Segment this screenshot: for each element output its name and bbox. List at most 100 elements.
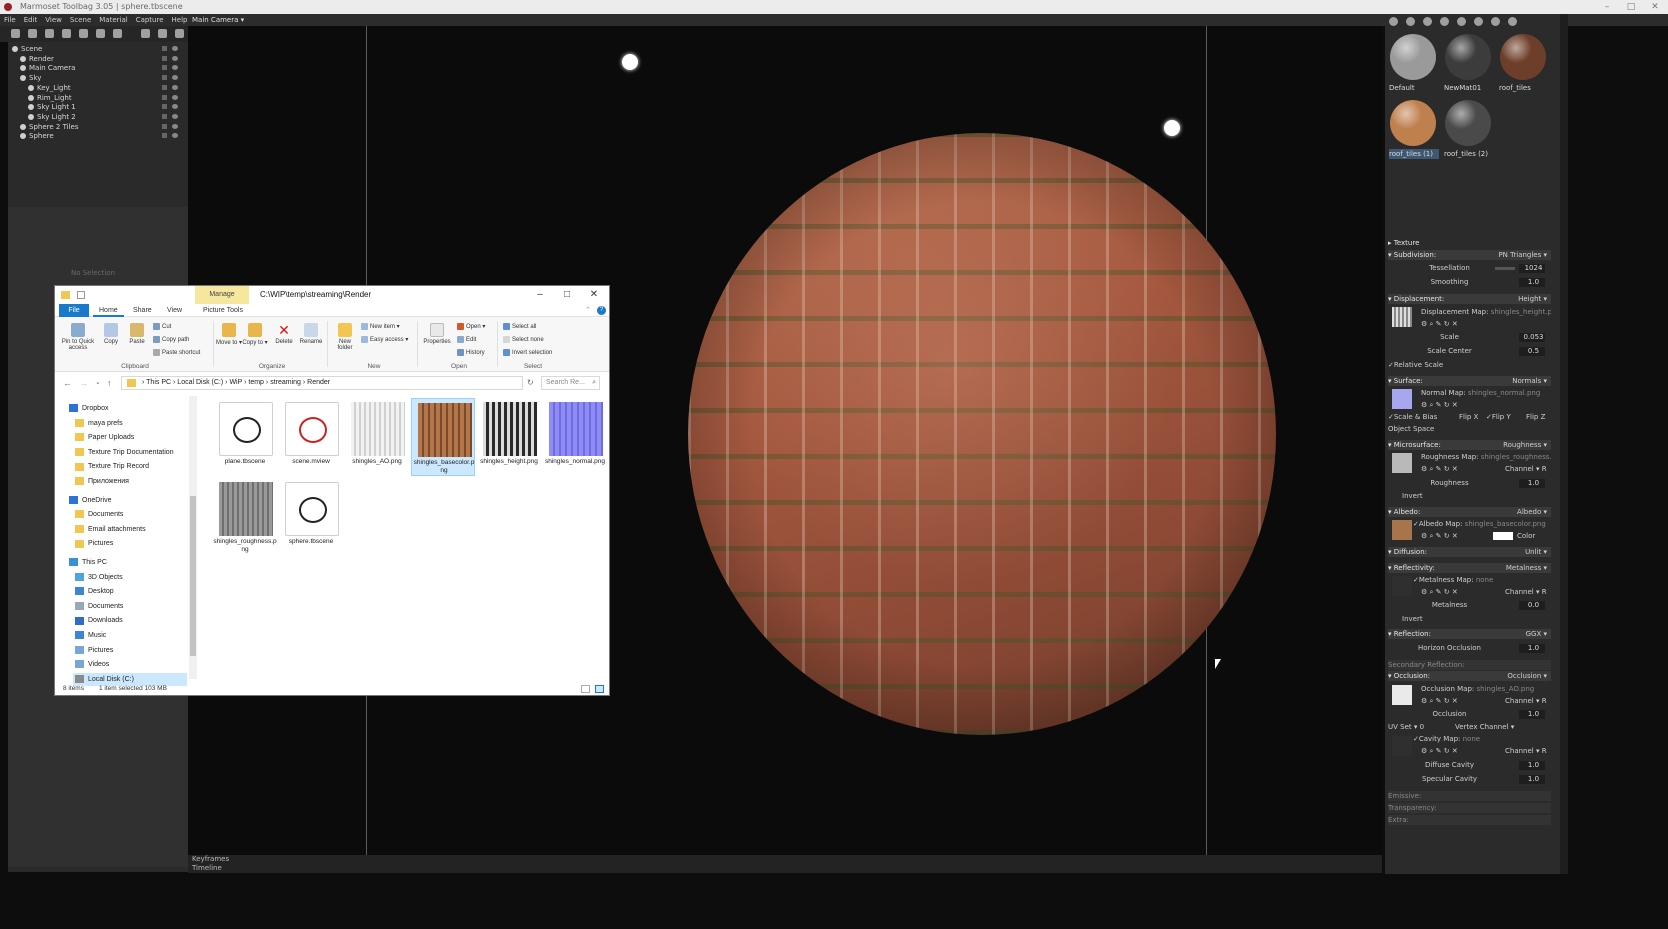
material-toolbar-icon[interactable] [1406,17,1415,26]
nav-item[interactable]: Dropbox [67,402,185,415]
add-shadow-catcher-icon[interactable] [62,29,71,38]
visibility-eye-icon[interactable] [172,113,178,119]
scene-tree-item[interactable]: Main Camera [8,63,188,73]
uv-set-dropdown[interactable]: UV Set ▾ 0 [1388,722,1438,733]
diffusion-section[interactable]: ▾ Diffusion: Unlit ▾ [1388,547,1551,557]
material-swatch[interactable]: roof_tiles [1497,32,1549,94]
explorer-minimize-button[interactable]: – [527,286,553,304]
map-tools[interactable]: ⚙ ⌕ ✎ ↻ ✕ [1421,531,1481,542]
scene-tree-item[interactable]: Sky Light 2 [8,112,188,122]
tab-file[interactable]: File [59,304,89,317]
quick-access-icon[interactable] [77,291,85,299]
flip-x-checkbox[interactable]: Flip X [1459,412,1484,423]
file-item[interactable]: shingles_normal.png [543,398,607,476]
select-none-button[interactable]: Select none [503,336,544,343]
tessellation-input[interactable]: 1024 [1519,264,1545,273]
tab-share[interactable]: Share [127,304,158,317]
nav-item[interactable]: Documents [73,600,187,613]
reflectivity-mode-dropdown[interactable]: Metalness ▾ [1506,563,1547,573]
tab-view[interactable]: View [161,304,188,317]
nav-item[interactable]: 3D Objects [73,571,187,584]
cut-button[interactable]: Cut [153,323,171,330]
roughness-map-thumbnail[interactable] [1392,453,1412,473]
scene-tree-item[interactable]: Rim_Light [8,93,188,103]
menu-capture[interactable]: Capture [132,14,168,26]
easy-access-button[interactable]: Easy access ▾ [361,336,408,343]
map-tools[interactable]: ⚙ ⌕ ✎ ↻ ✕ [1421,319,1481,330]
light-gizmo[interactable] [622,54,638,70]
delete-button[interactable]: ✕ Delete [270,323,298,345]
new-item-button[interactable]: New item ▾ [361,323,400,330]
up-arrow-icon[interactable]: ↑ [107,376,112,390]
edit-button[interactable]: Edit [457,336,476,343]
visibility-eye-icon[interactable] [172,65,178,71]
transparency-section[interactable]: Transparency: [1388,803,1551,813]
nav-item[interactable]: Documents [73,508,187,521]
scene-tree-item[interactable]: Key_Light [8,83,188,93]
material-toolbar-icon[interactable] [1389,17,1398,26]
breadcrumb-render[interactable]: Render [307,379,330,386]
metalness-channel-dropdown[interactable]: Channel ▾ R [1505,587,1551,598]
add-object-icon[interactable] [11,29,20,38]
add-fog-icon[interactable] [79,29,88,38]
albedo-map-thumbnail[interactable] [1392,520,1412,540]
map-tools[interactable]: ⚙ ⌕ ✎ ↻ ✕ [1421,746,1481,757]
nav-item[interactable]: Videos [73,658,187,671]
nav-item[interactable]: Pictures [73,537,187,550]
metalness-input[interactable]: 0.0 [1519,601,1545,610]
nav-item[interactable]: Приложения [73,475,187,488]
explorer-maximize-button[interactable]: □ [554,286,580,304]
subdivision-section[interactable]: ▾ Subdivision: PN Triangles ▾ [1388,250,1551,260]
menu-edit[interactable]: Edit [20,14,42,26]
reflection-section[interactable]: ▾ Reflection: GGX ▾ [1388,629,1551,639]
visibility-eye-icon[interactable] [172,104,178,110]
material-toolbar-icon[interactable] [1491,17,1500,26]
add-light-icon[interactable] [28,29,37,38]
file-item[interactable]: plane.tbscene [213,398,277,476]
address-bar[interactable]: › This PC › Local Disk (C:) › WiP › temp… [121,376,523,390]
material-toolbar-icon[interactable] [1508,17,1517,26]
visibility-eye-icon[interactable] [172,123,178,129]
lock-icon[interactable] [162,123,167,129]
microsurface-section[interactable]: ▾ Microsurface: Roughness ▾ [1388,440,1551,450]
albedo-color-swatch[interactable]: Color [1493,531,1551,542]
paste-button[interactable]: Paste [123,323,151,345]
scene-tree-item[interactable]: Scene [8,44,188,54]
pin-quick-access-button[interactable]: Pin to Quick access [61,323,95,351]
tiled-sphere-model[interactable] [688,133,1276,735]
roughness-channel-dropdown[interactable]: Channel ▾ R [1505,464,1551,475]
lock-icon[interactable] [162,104,167,110]
copy-path-button[interactable]: Copy path [153,336,189,343]
emissive-section[interactable]: Emissive: [1388,791,1551,801]
search-input[interactable]: Search Re... ⌕ [541,376,600,390]
occlusion-input[interactable]: 1.0 [1519,710,1545,719]
microsurface-mode-dropdown[interactable]: Roughness ▾ [1503,440,1547,450]
visibility-eye-icon[interactable] [172,46,178,51]
move-to-button[interactable]: Move to ▾ [215,323,243,346]
subdivision-mode-dropdown[interactable]: PN Triangles ▾ [1498,250,1547,260]
lock-icon[interactable] [162,113,167,119]
minimize-button[interactable]: – [1596,0,1618,14]
smoothing-input[interactable]: 1.0 [1519,278,1545,287]
large-icons-view-icon[interactable] [595,685,604,693]
lock-icon[interactable] [162,133,167,139]
file-item[interactable]: shingles_height.png [477,398,541,476]
roughness-input[interactable]: 1.0 [1519,479,1545,488]
lock-icon[interactable] [162,94,167,100]
light-gizmo[interactable] [1164,120,1180,136]
scale-input[interactable]: 0.053 [1519,333,1545,342]
history-button[interactable]: History [457,349,485,356]
folder-icon[interactable] [141,29,150,38]
lock-icon[interactable] [162,65,167,71]
menu-material[interactable]: Material [95,14,131,26]
reflection-mode-dropdown[interactable]: GGX ▾ [1526,629,1547,639]
scene-tree-item[interactable]: Sphere [8,131,188,141]
nav-item[interactable]: OneDrive [67,494,185,507]
rename-button[interactable]: Rename [297,323,325,345]
material-swatch[interactable]: NewMat01 [1442,32,1494,94]
visibility-eye-icon[interactable] [172,94,178,100]
nav-item[interactable]: Texture Trip Record [73,460,187,473]
material-swatch[interactable]: roof_tiles (1) [1387,98,1439,160]
maximize-button[interactable]: □ [1620,0,1642,14]
lock-icon[interactable] [162,46,167,51]
